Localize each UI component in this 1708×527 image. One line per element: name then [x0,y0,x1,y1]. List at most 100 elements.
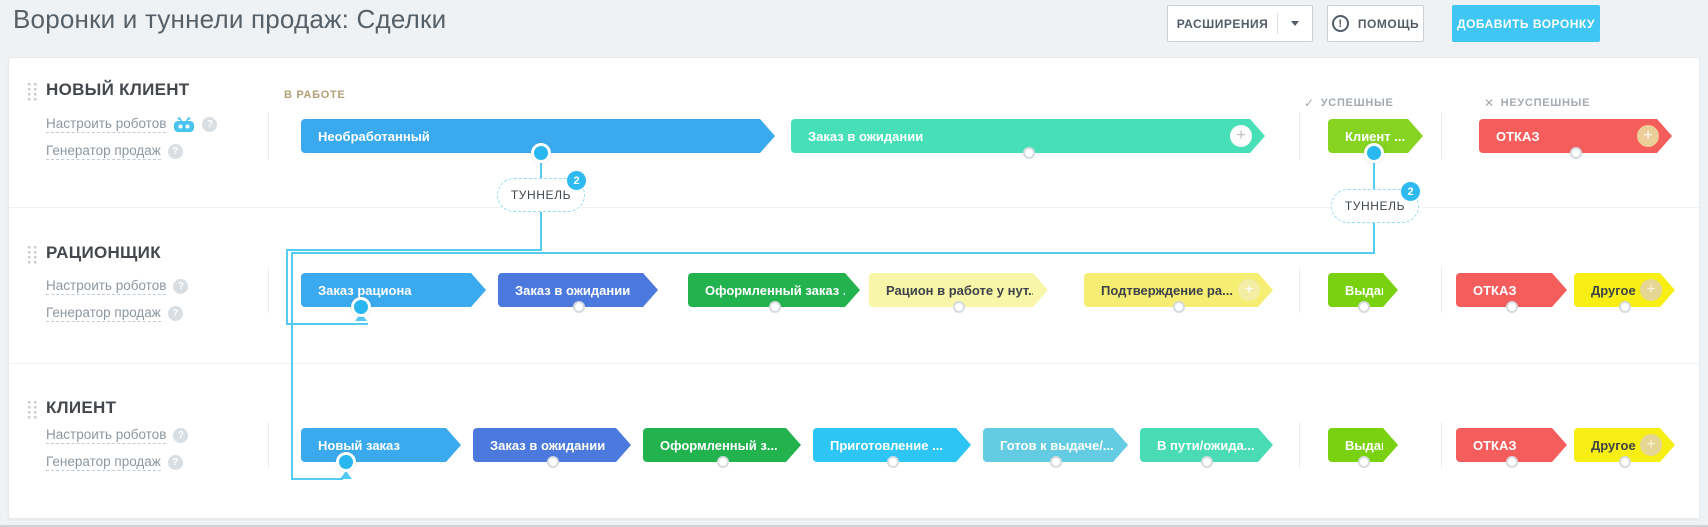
sales-generator-link-label: Генератор продаж [46,143,161,160]
tunnel-anchor-dot[interactable] [531,143,551,163]
stage-progress[interactable]: Новый заказ [301,428,446,462]
funnel-name[interactable]: НОВЫЙ КЛИЕНТ [46,80,190,100]
stage-label: Оформленный заказ ... [705,283,854,298]
stage-connector[interactable] [1358,301,1370,313]
help-question-icon[interactable]: ? [168,144,183,159]
label-fail-text: НЕУСПЕШНЫЕ [1501,97,1590,109]
stage-arrow-tip [616,428,631,462]
stage-fail[interactable]: ОТКАЗ [1456,273,1552,307]
stage-arrow-tip [1383,428,1398,462]
stage-progress[interactable]: Заказ в ожидании [498,273,643,307]
stage-connector[interactable] [1201,456,1213,468]
stage-connector[interactable] [1173,301,1185,313]
tunnel-badge-label: ТУННЕЛЬ [511,188,571,202]
stage-arrow-tip [1660,428,1675,462]
funnel-name[interactable]: КЛИЕНТ [46,398,116,418]
stage-progress[interactable]: Готов к выдаче/... [983,428,1113,462]
stage-label: Необработанный [318,129,430,144]
column-divider [1441,113,1442,159]
stage-progress[interactable]: Оформленный з... [643,428,786,462]
stage-connector[interactable] [717,456,729,468]
sales-generator-link[interactable]: Генератор продаж? [46,143,183,160]
configure-robots-link[interactable]: Настроить роботов? [46,116,217,133]
stage-label: В пути/ожида... [1157,438,1255,453]
stage-progress[interactable]: Приготовление ... [813,428,956,462]
stage-connector[interactable] [1358,456,1370,468]
add-funnel-button[interactable]: ДОБАВИТЬ ВОРОНКУ [1452,5,1600,42]
tunnel-target-dot[interactable] [351,297,371,317]
help-question-icon[interactable]: ? [168,455,183,470]
column-divider [1299,113,1300,159]
stage-connector[interactable] [769,301,781,313]
stage-connector[interactable] [1619,301,1631,313]
sales-generator-link[interactable]: Генератор продаж? [46,305,183,322]
stage-progress[interactable]: Рацион в работе у нут... [869,273,1033,307]
add-stage-button[interactable]: + [1640,279,1662,301]
stage-fail[interactable]: Другое + [1574,428,1660,462]
sales-generator-link[interactable]: Генератор продаж? [46,454,183,471]
drag-handle-icon[interactable] [28,83,37,106]
stage-connector[interactable] [953,301,965,313]
stage-label: Заказ в ожидании [808,129,923,144]
stage-arrow-tip [956,428,971,462]
stage-fail[interactable]: ОТКАЗ [1456,428,1552,462]
tunnel-badge-label: ТУННЕЛЬ [1345,199,1405,213]
stage-connector[interactable] [1570,147,1582,159]
configure-robots-link-label: Настроить роботов [46,278,166,295]
tunnel-count-badge: 2 [567,171,586,190]
stage-progress[interactable]: Необработанный [301,119,760,153]
stage-connector[interactable] [1023,147,1035,159]
stage-connector[interactable] [1506,301,1518,313]
stage-connector[interactable] [547,456,559,468]
configure-robots-link[interactable]: Настроить роботов? [46,427,188,444]
stage-arrow-tip [786,428,801,462]
configure-robots-link[interactable]: Настроить роботов? [46,278,188,295]
help-question-icon[interactable]: ? [173,428,188,443]
stage-fail[interactable]: Другое+ [1574,273,1660,307]
add-stage-button[interactable]: + [1637,125,1659,147]
stage-connector[interactable] [573,301,585,313]
stage-connector[interactable] [1506,456,1518,468]
help-question-icon[interactable]: ? [173,279,188,294]
drag-handle-icon[interactable] [28,246,37,269]
stage-progress[interactable]: Подтверждение ра...+ [1084,273,1258,307]
extensions-dropdown-toggle[interactable] [1278,6,1312,41]
add-stage-button[interactable]: + [1238,279,1260,301]
extensions-button[interactable]: РАСШИРЕНИЯ [1167,5,1313,42]
add-stage-button[interactable]: + [1640,434,1662,456]
stage-label: Новый заказ [318,438,400,453]
label-success-text: УСПЕШНЫЕ [1321,97,1394,109]
stage-success[interactable]: Выдан [1328,273,1383,307]
funnel-name[interactable]: РАЦИОНЩИК [46,243,161,263]
stage-label: Другое [1591,438,1636,453]
page-title: Воронки и туннели продаж: Сделки [13,4,446,35]
stage-arrow-tip [1657,119,1672,153]
stage-arrow-tip [1033,273,1048,307]
extensions-label: РАСШИРЕНИЯ [1168,17,1277,31]
tunnel-anchor-dot[interactable] [1364,143,1384,163]
funnels-panel: НОВЫЙ КЛИЕНТНастроить роботов?Генератор … [8,57,1700,519]
stage-connector[interactable] [1619,456,1631,468]
stage-progress[interactable]: Заказ рациона [301,273,471,307]
stage-connector[interactable] [1050,456,1062,468]
stage-label: Приготовление ... [830,438,943,453]
help-question-icon[interactable]: ? [202,117,217,132]
stage-arrow-tip [1552,273,1567,307]
stage-progress[interactable]: Заказ в ожидании + [791,119,1250,153]
stage-label: Заказ в ожидании [490,438,605,453]
column-divider [1441,422,1442,468]
funnel-row: НОВЫЙ КЛИЕНТНастроить роботов?Генератор … [9,58,1699,207]
tunnel-target-dot[interactable] [336,452,356,472]
stage-connector[interactable] [887,456,899,468]
add-stage-button[interactable]: + [1230,125,1252,147]
drag-handle-icon[interactable] [28,401,37,424]
help-question-icon[interactable]: ? [168,306,183,321]
stage-progress[interactable]: В пути/ожида... [1140,428,1258,462]
stage-success[interactable]: Выдан [1328,428,1383,462]
help-button[interactable]: ! ПОМОЩЬ [1327,5,1424,42]
configure-robots-link-label: Настроить роботов [46,116,166,133]
stage-fail[interactable]: ОТКАЗ+ [1479,119,1657,153]
stage-progress[interactable]: Заказ в ожидании [473,428,616,462]
stage-progress[interactable]: Оформленный заказ ... [688,273,845,307]
stage-arrow-tip [845,273,860,307]
